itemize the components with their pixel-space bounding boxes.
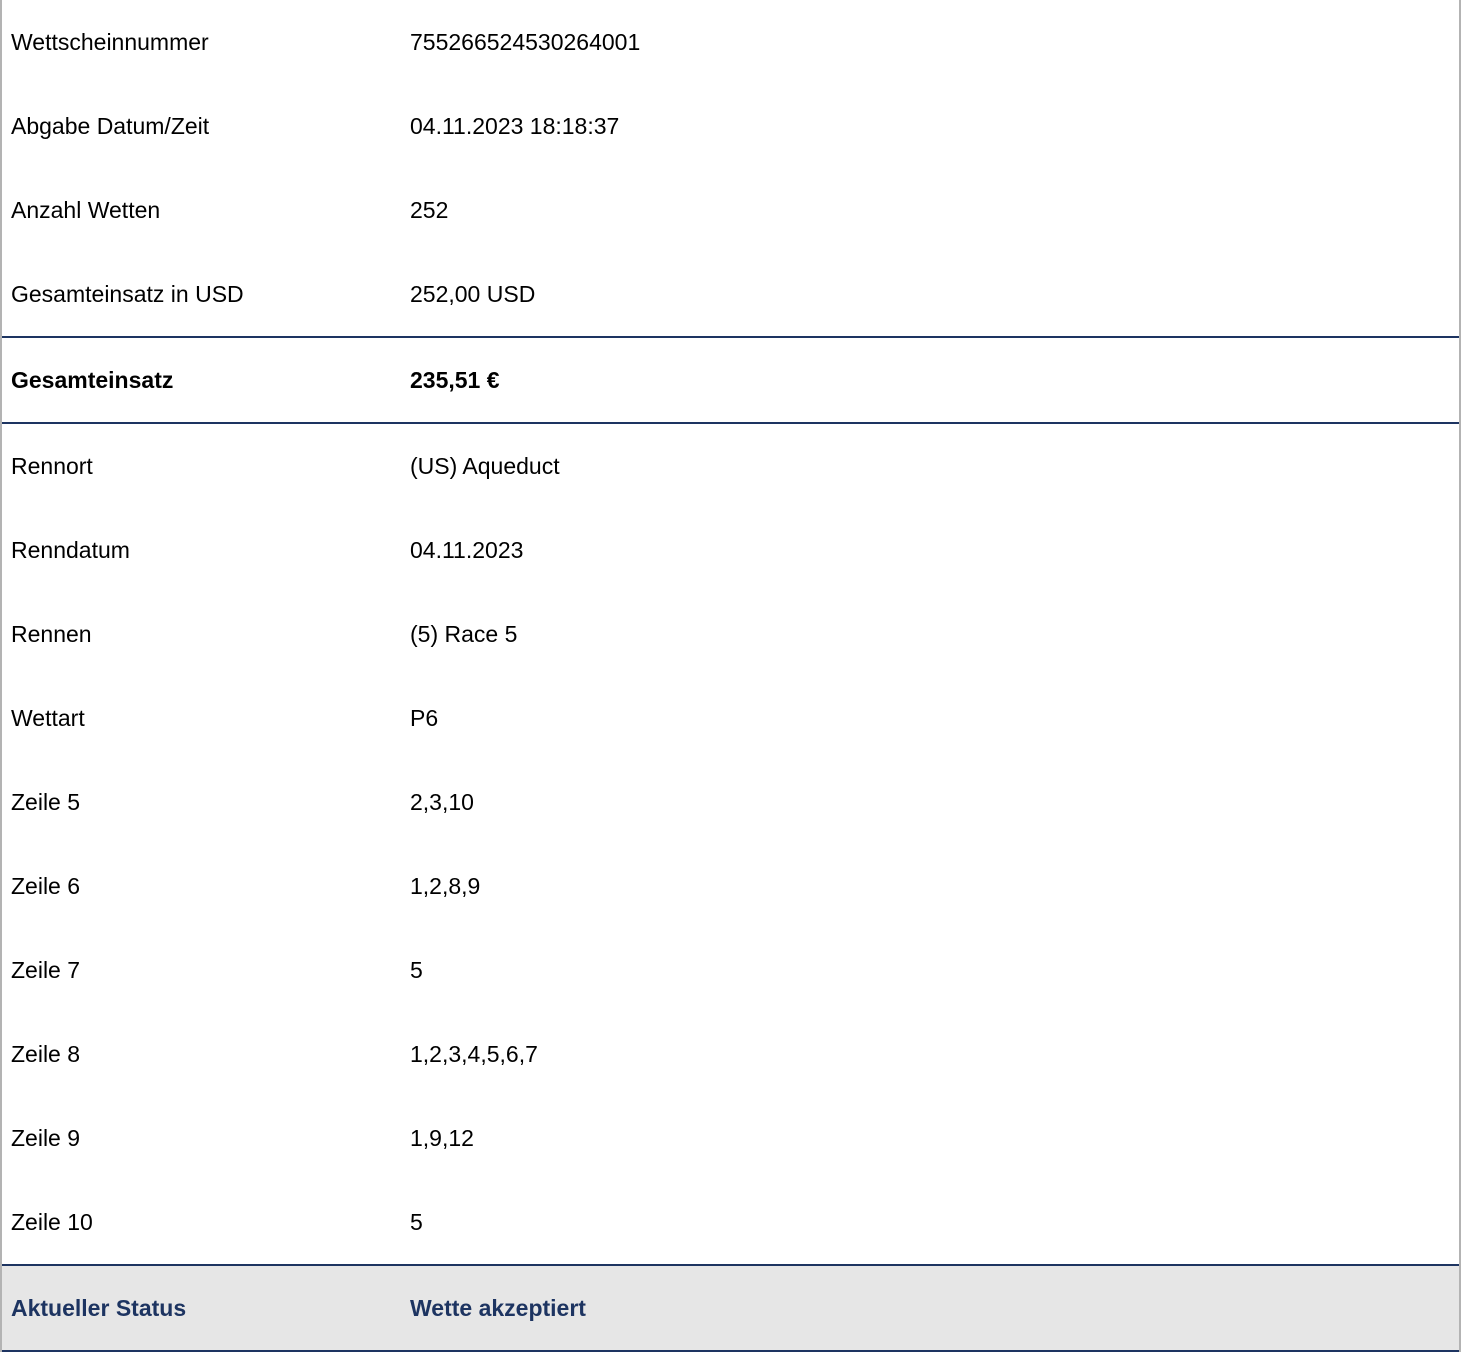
row-label: Gesamteinsatz in USD: [11, 281, 244, 307]
bet-ticket-details: Wettscheinnummer 755266524530264001 Abga…: [0, 0, 1461, 1352]
row-value: 2,3,10: [410, 789, 474, 815]
detail-row-total-stake-usd: Gesamteinsatz in USD 252,00 USD: [2, 252, 1459, 336]
row-value: 1,9,12: [410, 1125, 474, 1151]
row-value: 5: [410, 1209, 423, 1235]
row-label: Abgabe Datum/Zeit: [11, 113, 210, 139]
row-label: Renndatum: [11, 537, 130, 563]
row-value: 755266524530264001: [410, 29, 641, 55]
row-label: Zeile 7: [11, 957, 81, 983]
row-label: Anzahl Wetten: [11, 197, 161, 223]
row-value: 04.11.2023 18:18:37: [410, 113, 620, 139]
total-stake-value: 235,51 €: [410, 367, 500, 393]
row-value: (5) Race 5: [410, 621, 518, 647]
row-label: Zeile 6: [11, 873, 81, 899]
total-stake-row: Gesamteinsatz 235,51 €: [2, 336, 1459, 424]
detail-row-ticket-number: Wettscheinnummer 755266524530264001: [2, 0, 1459, 84]
detail-row-race: Rennen (5) Race 5: [2, 592, 1459, 676]
status-label: Aktueller Status: [11, 1295, 187, 1321]
detail-row-bet-count: Anzahl Wetten 252: [2, 168, 1459, 252]
detail-row-bet-type: Wettart P6: [2, 676, 1459, 760]
detail-row-line-6: Zeile 6 1,2,8,9: [2, 844, 1459, 928]
detail-row-line-9: Zeile 9 1,9,12: [2, 1096, 1459, 1180]
row-label: Rennort: [11, 453, 93, 479]
detail-row-line-5: Zeile 5 2,3,10: [2, 760, 1459, 844]
row-label: Rennen: [11, 621, 92, 647]
row-label: Zeile 5: [11, 789, 81, 815]
current-status-row: Aktueller Status Wette akzeptiert: [2, 1264, 1459, 1352]
detail-row-race-venue: Rennort (US) Aqueduct: [2, 424, 1459, 508]
row-value: 1,2,3,4,5,6,7: [410, 1041, 538, 1067]
row-value: 252: [410, 197, 449, 223]
row-label: Zeile 9: [11, 1125, 81, 1151]
total-stake-label: Gesamteinsatz: [11, 367, 174, 393]
row-value: 1,2,8,9: [410, 873, 481, 899]
row-value: 252,00 USD: [410, 281, 536, 307]
status-value: Wette akzeptiert: [410, 1295, 586, 1321]
row-label: Zeile 10: [11, 1209, 93, 1235]
row-value: 04.11.2023: [410, 537, 524, 563]
detail-row-submit-datetime: Abgabe Datum/Zeit 04.11.2023 18:18:37: [2, 84, 1459, 168]
row-value: (US) Aqueduct: [410, 453, 560, 479]
detail-row-line-7: Zeile 7 5: [2, 928, 1459, 1012]
row-label: Wettart: [11, 705, 85, 731]
detail-row-race-date: Renndatum 04.11.2023: [2, 508, 1459, 592]
row-label: Wettscheinnummer: [11, 29, 209, 55]
detail-row-line-8: Zeile 8 1,2,3,4,5,6,7: [2, 1012, 1459, 1096]
row-value: 5: [410, 957, 423, 983]
row-label: Zeile 8: [11, 1041, 81, 1067]
detail-row-line-10: Zeile 10 5: [2, 1180, 1459, 1264]
row-value: P6: [410, 705, 439, 731]
